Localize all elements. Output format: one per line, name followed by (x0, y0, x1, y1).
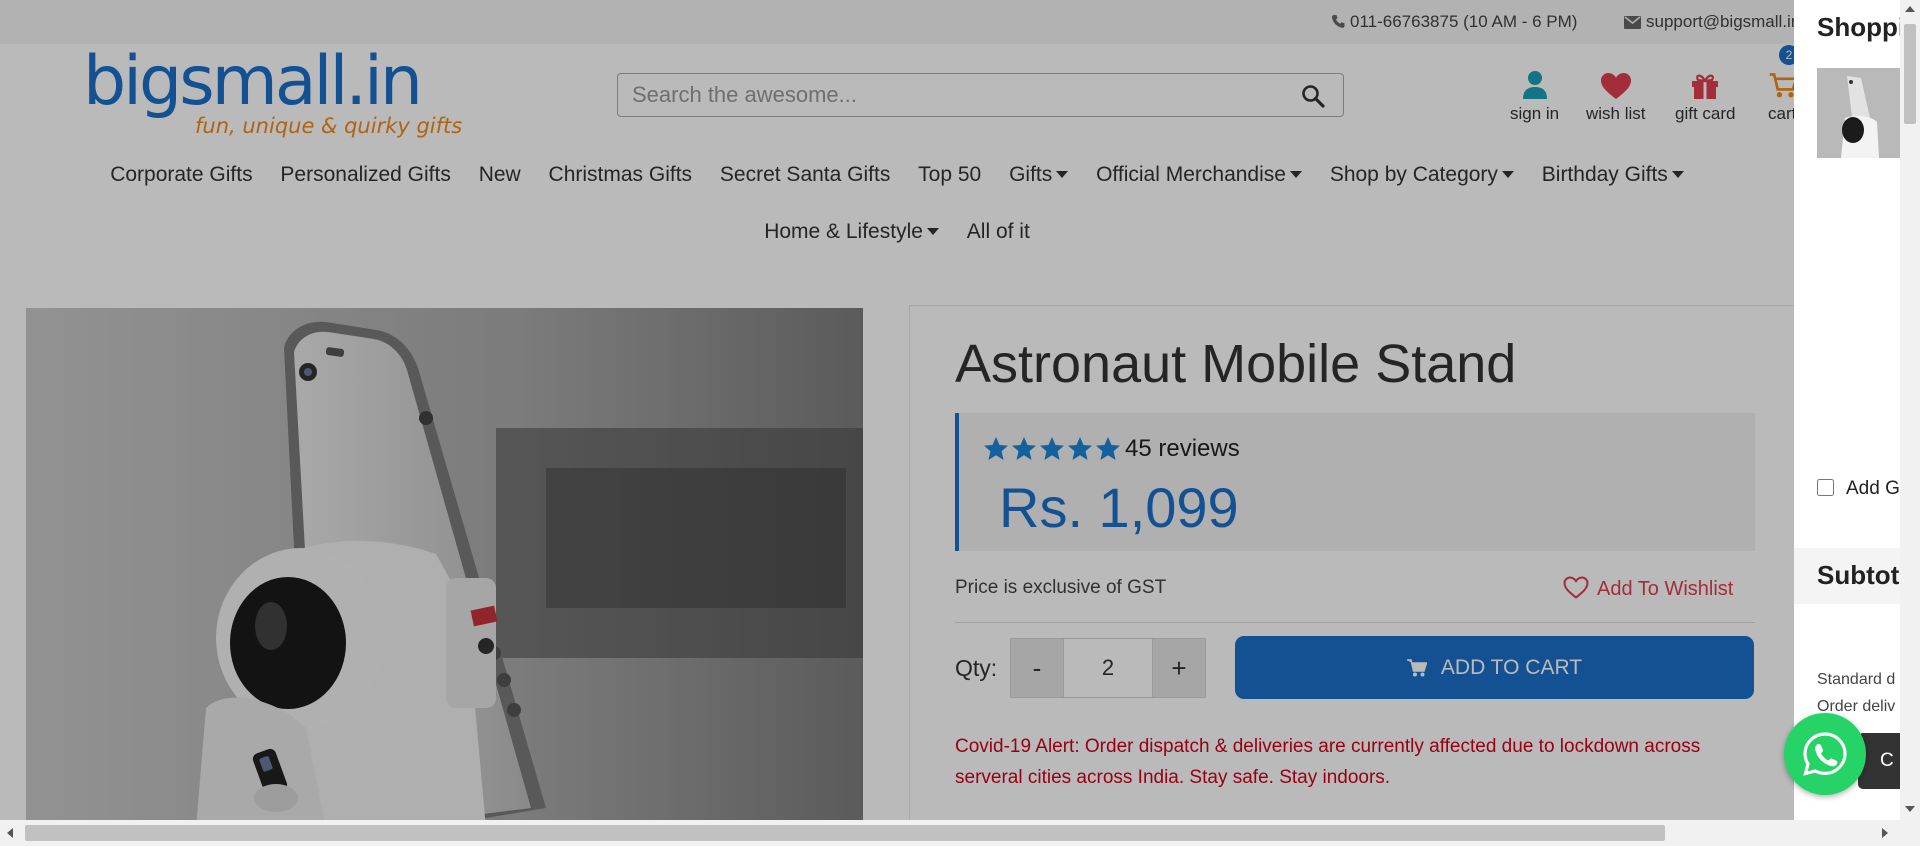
add-gift-option[interactable]: Add G (1817, 478, 1900, 500)
scroll-up-icon[interactable] (1905, 6, 1915, 12)
scroll-right-icon[interactable] (1882, 828, 1888, 838)
scroll-down-icon[interactable] (1905, 806, 1915, 812)
astronaut-thumbnail-image (1817, 68, 1900, 158)
page-overlay[interactable] (0, 0, 1794, 820)
gift-checkbox[interactable] (1817, 479, 1834, 496)
product-page: 011-66763875 (10 AM - 6 PM) support@bigs… (0, 0, 1794, 820)
subtotal-label: Subtotal (1817, 560, 1900, 590)
horizontal-scrollbar[interactable] (0, 820, 1920, 846)
whatsapp-chat-button[interactable] (1784, 713, 1866, 795)
vertical-scrollbar[interactable] (1900, 0, 1920, 820)
cart-drawer-title: Shopping (1817, 12, 1900, 42)
scroll-left-icon[interactable] (7, 828, 13, 838)
horizontal-scrollbar-thumb[interactable] (25, 825, 1665, 841)
gift-option-label: Add G (1846, 478, 1900, 499)
vertical-scrollbar-thumb[interactable] (1904, 24, 1916, 124)
whatsapp-icon (1803, 732, 1847, 776)
cart-item-thumbnail[interactable] (1817, 68, 1900, 158)
shipping-note: Standard d Order deliv (1817, 666, 1895, 720)
shipping-line-1: Standard d (1817, 671, 1896, 688)
subtotal-bar: Subtotal (1794, 548, 1900, 604)
cart-drawer: Shopping Add G Subtotal Standard d Order… (1794, 0, 1900, 820)
